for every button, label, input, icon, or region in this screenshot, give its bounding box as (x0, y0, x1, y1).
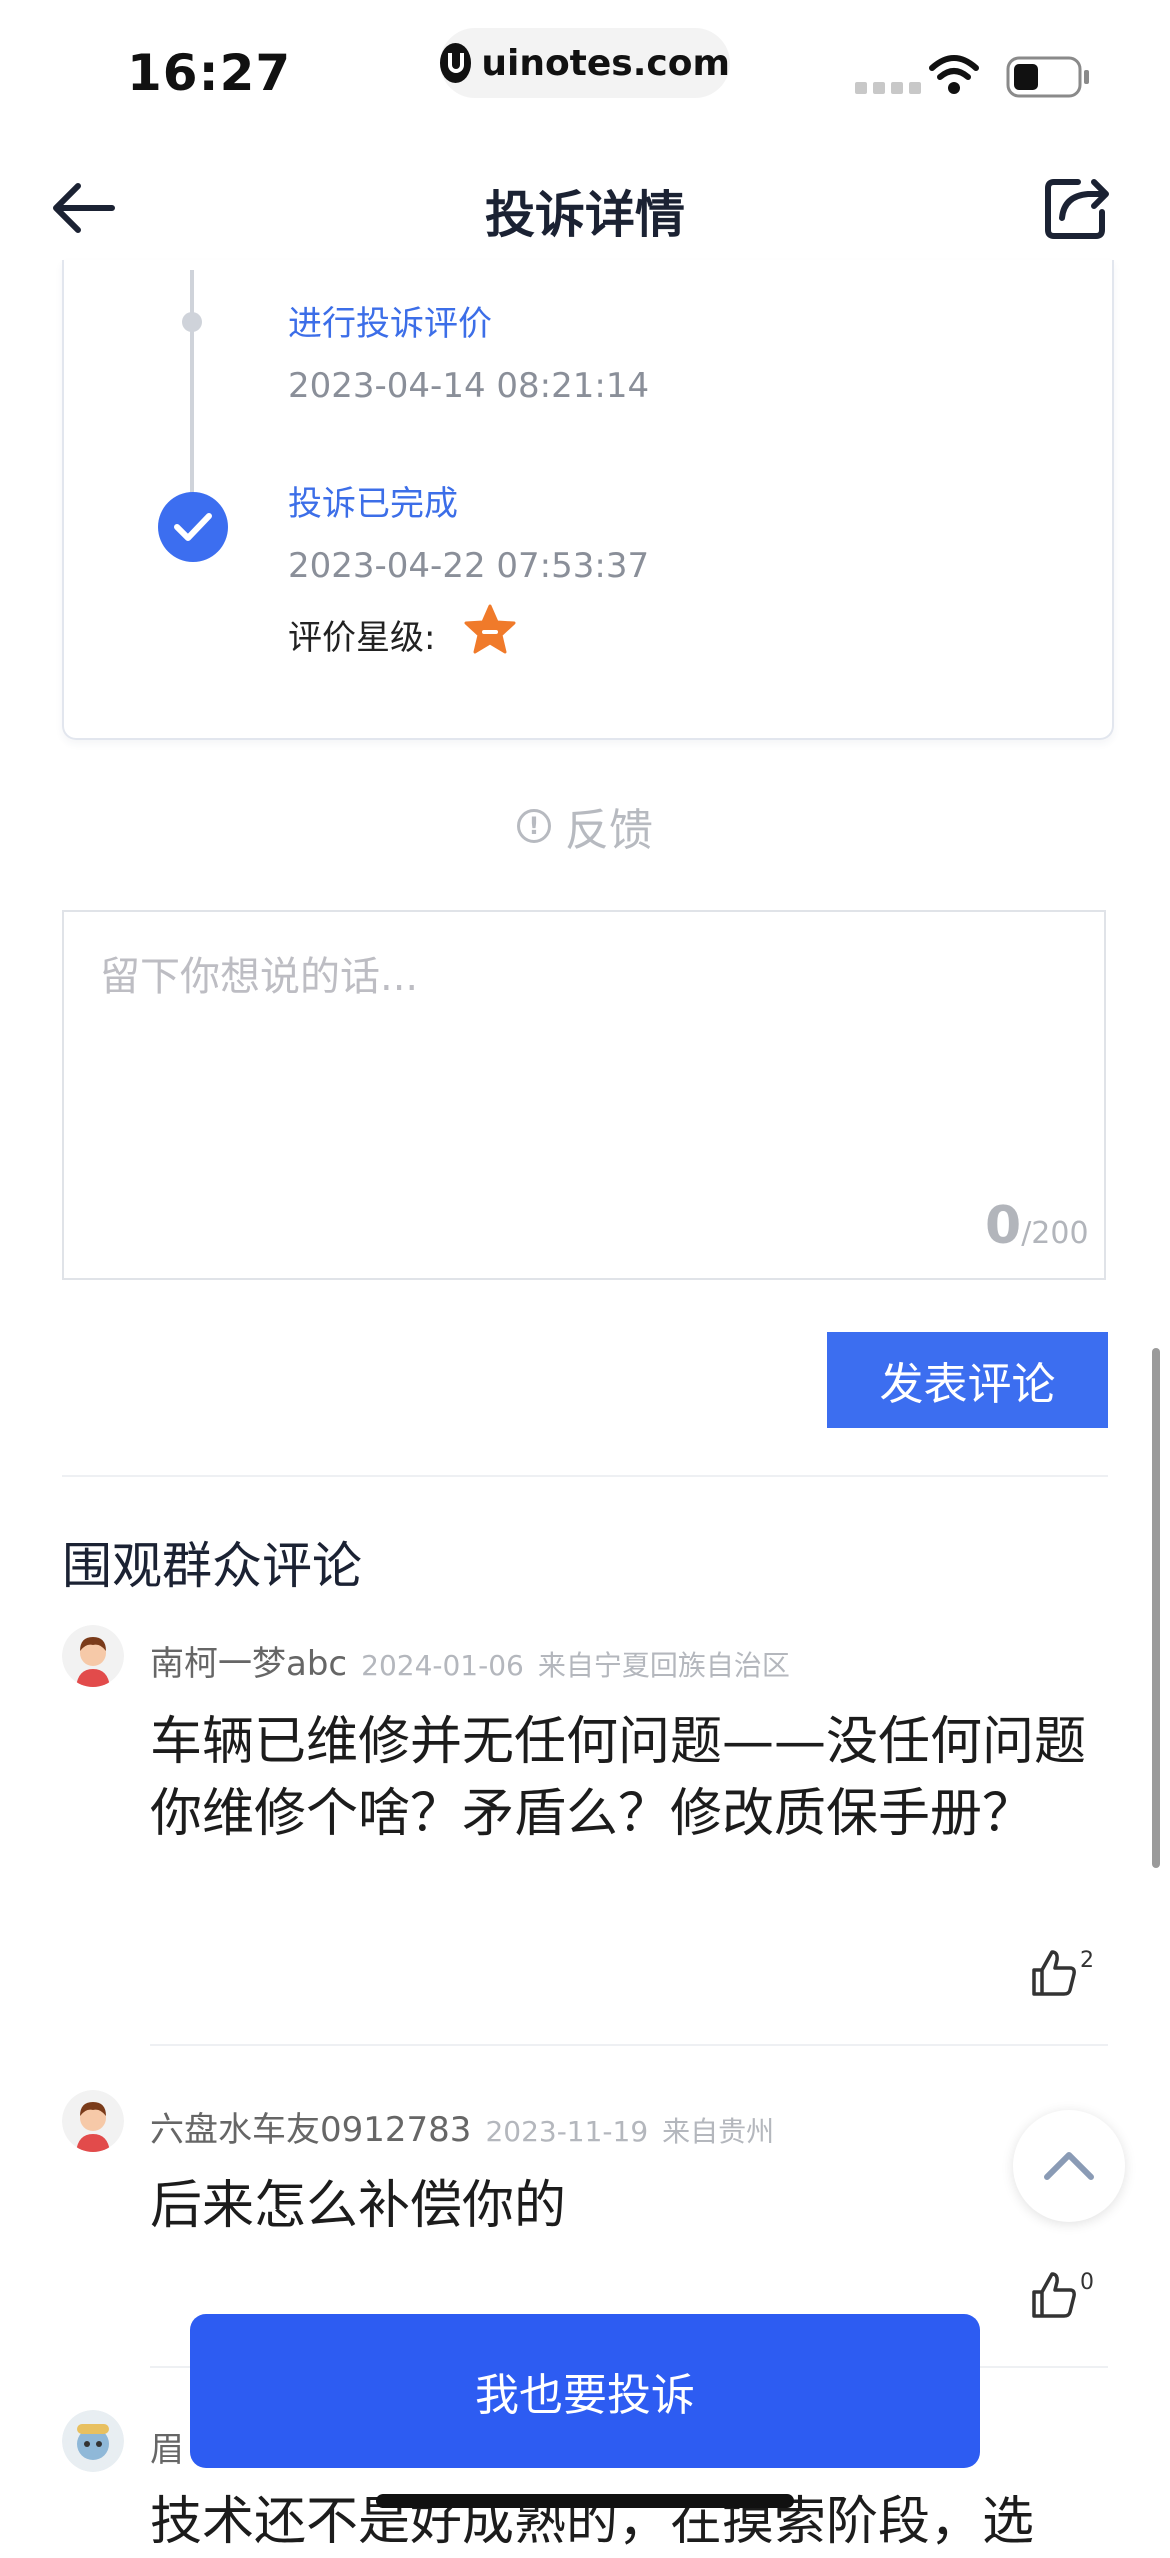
avatar[interactable] (62, 2410, 124, 2472)
like-count: 2 (1080, 1948, 1094, 1973)
timeline-step-title: 进行投诉评价 (288, 304, 492, 344)
comment-username[interactable]: 眉 (150, 2430, 184, 2470)
scroll-to-top-button[interactable] (1013, 2110, 1125, 2222)
url-text: uinotes.com (481, 42, 730, 84)
comment-meta: 六盘水车友0912783 2023-11-19 来自贵州 (150, 2102, 774, 2151)
avatar[interactable] (62, 1625, 124, 1687)
comment-text: 后来怎么补偿你的 (150, 2176, 567, 2236)
comment-date: 2023-11-19 (485, 2115, 649, 2148)
share-icon[interactable] (1042, 172, 1114, 242)
comment-date: 2024-01-06 (361, 1649, 524, 1682)
avatar[interactable] (62, 2090, 124, 2152)
timeline-line (190, 270, 194, 495)
status-time: 16:27 (127, 44, 292, 102)
timeline-dot (182, 312, 202, 332)
wifi-icon (929, 55, 979, 94)
scrollbar[interactable] (1152, 1348, 1160, 1868)
home-indicator[interactable] (376, 2494, 794, 2508)
chevron-up-icon (1044, 2152, 1094, 2180)
rating-label: 评价星级: (288, 618, 436, 658)
thumbs-up-icon (1032, 2272, 1076, 2318)
file-complaint-button[interactable]: 我也要投诉 (190, 2314, 980, 2468)
comments-section-title: 围观群众评论 (62, 1537, 362, 1595)
timeline-card (62, 260, 1114, 740)
timeline-step-time: 2023-04-14 08:21:14 (288, 366, 650, 406)
star-rating-icon (464, 604, 516, 654)
page-title: 投诉详情 (485, 186, 685, 244)
post-comment-button[interactable]: 发表评论 (827, 1332, 1108, 1428)
comment-meta: 南柯一梦abc 2024-01-06 来自宁夏回族自治区 (150, 1636, 790, 1685)
like-button[interactable]: 0 (1030, 2270, 1094, 2320)
comment-placeholder: 留下你想说的话... (100, 954, 419, 1000)
comment-location: 来自贵州 (662, 2115, 775, 2148)
site-logo-icon (440, 43, 472, 83)
char-count: 0 (985, 1196, 1022, 1256)
char-max: /200 (1021, 1216, 1089, 1251)
timeline-step-title: 投诉已完成 (288, 484, 458, 524)
comment-meta: 眉 (150, 2422, 184, 2471)
comment-username[interactable]: 六盘水车友0912783 (150, 2110, 471, 2150)
char-counter: 0/200 (985, 1196, 1089, 1256)
battery-icon (1006, 56, 1089, 98)
like-button[interactable]: 2 (1030, 1948, 1094, 1998)
url-pill[interactable]: uinotes.com (440, 28, 730, 98)
cellular-signal-icon (855, 82, 921, 94)
check-icon (158, 492, 228, 562)
comment-location: 来自宁夏回族自治区 (537, 1649, 790, 1682)
divider (62, 1475, 1108, 1477)
feedback-label: 反馈 (565, 805, 653, 856)
feedback-button[interactable]: ! 反馈 (0, 794, 1170, 858)
timeline-step-time: 2023-04-22 07:53:37 (288, 546, 650, 586)
thumbs-up-icon (1032, 1950, 1076, 1996)
comment-divider (150, 2044, 1108, 2046)
comment-username[interactable]: 南柯一梦abc (150, 1644, 347, 1684)
comment-text: 车辆已维修并无任何问题——没任何问题你维修个啥？矛盾么？修改质保手册？ (150, 1712, 1087, 1844)
info-icon: ! (517, 809, 551, 843)
like-count: 0 (1080, 2270, 1094, 2295)
